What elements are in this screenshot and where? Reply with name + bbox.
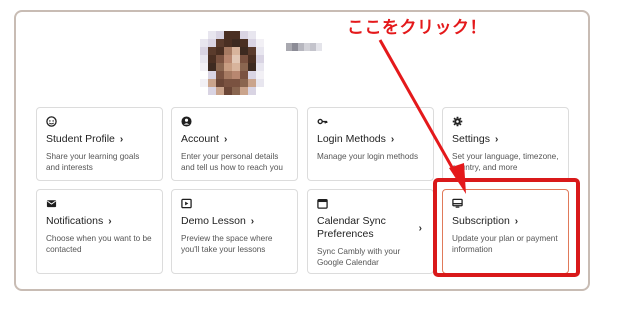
avatar [200,31,264,95]
card-title: Demo Lesson [181,215,246,227]
login-methods-card[interactable]: Login Methods › Manage your login methods [307,107,434,181]
demo-lesson-card[interactable]: Demo Lesson › Preview the space where you… [171,189,298,274]
card-description: Update your plan or payment information [452,234,558,254]
monitor-icon [452,198,463,209]
username-blurred [286,43,322,51]
key-icon [317,116,328,127]
subscription-card[interactable]: Subscription › Update your plan or paymen… [442,189,569,274]
card-title: Notifications [46,215,104,227]
account-card[interactable]: Account › Enter your personal details and… [171,107,298,181]
card-title: Login Methods [317,133,386,145]
chevron-right-icon: › [250,216,255,227]
card-title: Settings [452,133,490,145]
video-icon [181,198,192,209]
chevron-right-icon: › [390,134,395,145]
person-icon [181,116,192,127]
card-description: Sync Cambly with your Google Calendar [317,247,401,267]
chevron-right-icon: › [418,223,422,234]
calendar-sync-card[interactable]: Calendar Sync Preferences › Sync Cambly w… [307,189,434,274]
chevron-right-icon: › [514,216,519,227]
chevron-right-icon: › [108,216,112,227]
card-description: Share your learning goals and interests [46,152,140,172]
card-title: Account [181,133,219,145]
gear-icon [452,116,463,127]
chevron-right-icon: › [119,134,124,145]
calendar-icon [317,198,328,209]
card-description: Set your language, timezone, country, an… [452,152,559,172]
card-description: Preview the space where you'll take your… [181,234,273,254]
face-icon [46,116,57,127]
card-description: Enter your personal details and tell us … [181,152,283,172]
card-title: Calendar Sync Preferences [317,215,386,240]
mail-icon [46,198,57,209]
student-profile-card[interactable]: Student Profile › Share your learning goa… [36,107,163,181]
card-title: Student Profile [46,133,115,145]
click-here-callout: ここをクリック！ [347,18,487,38]
card-title: Subscription [452,215,510,227]
settings-card[interactable]: Settings › Set your language, timezone, c… [442,107,569,181]
notifications-card[interactable]: Notifications › Choose when you want to b… [36,189,163,274]
chevron-right-icon: › [223,134,228,145]
card-description: Choose when you want to be contacted [46,234,152,254]
card-description: Manage your login methods [317,152,419,161]
chevron-right-icon: › [494,134,499,145]
